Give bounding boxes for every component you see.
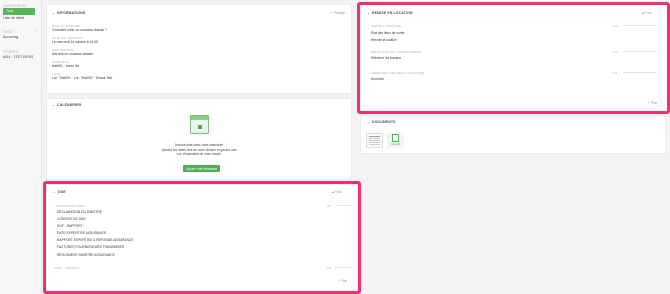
checklist-group-label[interactable]: ⌄ SORTIE LOCATAIRE	[367, 24, 401, 28]
checklist-item[interactable]: FACTURES FOURNISSEURS TRANSMISES	[57, 244, 134, 251]
checklist-item[interactable]: Rendre la caution	[371, 37, 404, 44]
checklist-count: 0/1	[613, 50, 618, 54]
checklist-item[interactable]: Effectuer les travaux	[371, 56, 401, 60]
privacy-menu[interactable]: 🔒︎ Privé ⋮	[642, 11, 659, 15]
field-value: Comment créer un nouveau dossier ?	[52, 28, 108, 32]
field-value: Le mercredi 24 octobre à 14:45	[52, 40, 98, 44]
chevron-down-icon: ⌄	[52, 103, 56, 107]
informations-card: ⌄ INFORMATIONS ↱ Partage NOM DU DOSSIER C…	[46, 4, 352, 94]
checklist-item[interactable]: DÉCLARATION DU SINISTRE	[57, 209, 134, 216]
lock-icon: 🔒︎	[641, 11, 644, 15]
chevron-down-icon: ⌄	[53, 190, 57, 194]
calendar-icon	[190, 115, 209, 134]
calendar-empty-text: vue d'ensemble de votre travail.	[176, 152, 222, 157]
sidebar-item-ticket[interactable]: #014 · TEST DEVIS	[0, 54, 41, 61]
document-thumbnail[interactable]	[366, 133, 383, 148]
checklist-item[interactable]: État des lieux de sortie	[371, 30, 404, 37]
checklist-item[interactable]: DATE EXPERTISE ASSURANCE	[57, 230, 134, 237]
checklist-progress-bar	[335, 267, 351, 268]
field-value: test001 · Immo les	[52, 64, 80, 68]
checklist-item[interactable]: RAPPORT EXPERTISE & REFONDE ASSURANCE	[57, 237, 134, 244]
more-icon: ⋮	[655, 11, 659, 15]
checklist-group-label[interactable]: › DDF - TRAVAUX	[53, 266, 79, 270]
checklist-count: 0/7	[327, 204, 332, 208]
add-document-tile[interactable]: Ajouter	[387, 133, 404, 148]
ajouter-label: Ajouter	[390, 142, 401, 146]
privacy-menu[interactable]: 🔒︎ Privé ⋮	[332, 190, 349, 194]
plus-button[interactable]: + Plus	[338, 279, 347, 283]
checklist-group-label[interactable]: ⌄ CHERCHER NOUVEAU LOCATAIRE	[367, 71, 424, 75]
checklist-count: 0/1	[613, 71, 618, 75]
sidebar-item-tous[interactable]: Tous	[3, 8, 35, 15]
informations-title[interactable]: ⌄ INFORMATIONS	[52, 11, 85, 15]
checklist-item[interactable]: DDF - RAPPORT	[57, 223, 134, 230]
chevron-down-icon: ⌄	[367, 11, 371, 15]
dde-title[interactable]: ⌄ DDE	[53, 190, 66, 194]
checklist-item[interactable]: RÈGLEMENT SINISTRE ASSURANCE	[57, 252, 134, 259]
checklist-item[interactable]: Annonce	[371, 77, 384, 81]
calendrier-card: ⌄ CALENDRIER Aucune date dans votre cale…	[46, 98, 352, 180]
documents-title[interactable]: ⌄ DOCUMENTS	[367, 120, 396, 124]
checklist-group-label[interactable]: ⌄ ASSURANCE MRH	[53, 204, 84, 208]
checklist-progress-bar	[335, 205, 351, 206]
checklist-count: 0/4	[613, 24, 618, 28]
dde-card: ⌄ DDE 🔒︎ Privé ⋮ ⌄ ASSURANCE MRH 0/7 DÉCLA…	[46, 184, 358, 292]
plus-button[interactable]: + Plus	[648, 101, 657, 105]
plus-icon: +	[337, 279, 340, 283]
chevron-down-icon: ⌄	[52, 11, 56, 15]
partage-button[interactable]: ↱ Partage	[330, 11, 345, 15]
checklist-progress-bar	[623, 72, 657, 73]
field-value: Lot : Test001 · Lot : Test002 · Tenant T…	[52, 76, 113, 80]
ajouter-echeance-button[interactable]: Ajouter une échéance	[183, 165, 221, 173]
checklist-progress-bar	[623, 51, 657, 52]
checklist-group-label[interactable]: ⌄ RÉFECTION DE L'APPARTEMENT	[367, 50, 422, 54]
documents-card: ⌄ DOCUMENTS Ajouter	[360, 116, 666, 154]
remise-location-title[interactable]: ⌄ REMISE EN LOCATION	[367, 11, 413, 15]
sidebar-item-liste-de-debut[interactable]: Liste de debut	[0, 15, 41, 22]
checklist-item[interactable]: CONSTAT DE DDE	[57, 216, 134, 223]
checklist-progress-bar	[623, 25, 657, 26]
checklist-count: 0/4	[327, 266, 332, 270]
remise-location-card: ⌄ REMISE EN LOCATION 🔒︎ Privé ⋮ ⌄ SORTIE L…	[360, 4, 668, 112]
lock-icon: 🔒︎	[331, 190, 334, 194]
field-value: test test un nouveau dossier	[52, 52, 94, 56]
calendrier-title[interactable]: ⌄ CALENDRIER	[52, 103, 81, 107]
add-file-icon	[392, 134, 399, 142]
chevron-down-icon: ⌄	[367, 120, 371, 124]
plus-icon: +	[647, 101, 650, 105]
sidebar-item-aucun-tag[interactable]: Aucun tag	[0, 34, 41, 41]
sidebar: CATEGORIES ‹ Tous Liste de debut TAGS + Au…	[0, 0, 42, 294]
more-icon: ⋮	[345, 190, 349, 194]
share-icon: ↱	[330, 11, 333, 15]
sidebar-section-title: CATEGORIES ‹	[3, 4, 38, 8]
